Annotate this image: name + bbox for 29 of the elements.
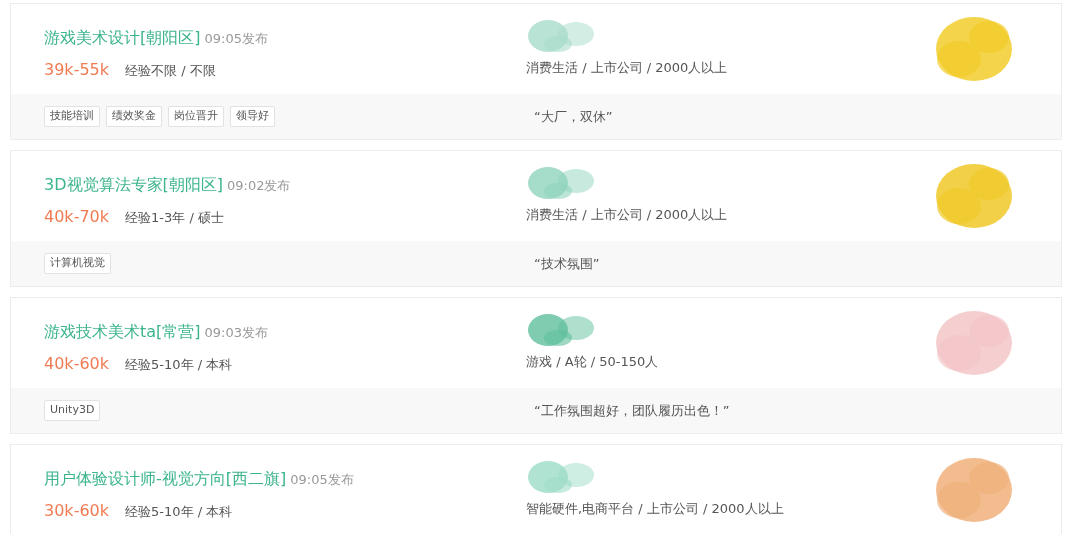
company-quote: “工作氛围超好，团队履历出色！” [533, 401, 730, 420]
job-card[interactable]: 用户体验设计师-视觉方向[西二旗] 09:05发布 30k-60k 经验5-10年 / 本科 智能硬件,电商平台 / 上市公司 / 2000人以上 [10, 444, 1062, 534]
job-card[interactable]: 游戏技术美术ta[常营] 09:03发布 40k-60k 经验5-10年 / 本科 游戏 / A轮 / 50-150人 Unity3D “工作氛围超好，团队履历出色！” [10, 297, 1062, 434]
company-info: 消费生活 / 上市公司 / 2000人以上 [526, 59, 729, 77]
company-info: 游戏 / A轮 / 50-150人 [526, 353, 660, 371]
salary: 40k-70k [44, 206, 110, 228]
job-requirements: 经验不限 / 不限 [125, 62, 216, 80]
post-time: 09:05发布 [204, 30, 268, 48]
job-requirements: 经验5-10年 / 本科 [125, 503, 233, 521]
tag: 计算机视觉 [44, 253, 111, 274]
tag: 岗位晋升 [168, 106, 224, 127]
post-time: 09:05发布 [290, 471, 354, 489]
company-quote: “技术氛围” [533, 254, 600, 273]
tag: 绩效奖金 [106, 106, 162, 127]
company-quote: “大厂，双休” [533, 107, 613, 126]
job-card[interactable]: 游戏美术设计[朝阳区] 09:05发布 39k-55k 经验不限 / 不限 消费生活 / 上市公司 / 2000人以上 技能培训 绩效奖金 岗位晋升 领导好 “大厂，双休” [10, 3, 1062, 140]
job-requirements: 经验5-10年 / 本科 [125, 356, 233, 374]
salary: 30k-60k [44, 500, 110, 522]
job-requirements: 经验1-3年 / 硕士 [125, 209, 224, 227]
tag: Unity3D [44, 400, 101, 421]
company-info: 智能硬件,电商平台 / 上市公司 / 2000人以上 [526, 500, 785, 518]
salary: 40k-60k [44, 353, 110, 375]
company-info: 消费生活 / 上市公司 / 2000人以上 [526, 206, 729, 224]
tag: 领导好 [230, 106, 275, 127]
post-time: 09:02发布 [227, 177, 291, 195]
job-card[interactable]: 3D视觉算法专家[朝阳区] 09:02发布 40k-70k 经验1-3年 / 硕士 消费生活 / 上市公司 / 2000人以上 计算机视觉 “技术氛围” [10, 150, 1062, 287]
salary: 39k-55k [44, 59, 110, 81]
post-time: 09:03发布 [204, 324, 269, 342]
tag: 技能培训 [44, 106, 100, 127]
